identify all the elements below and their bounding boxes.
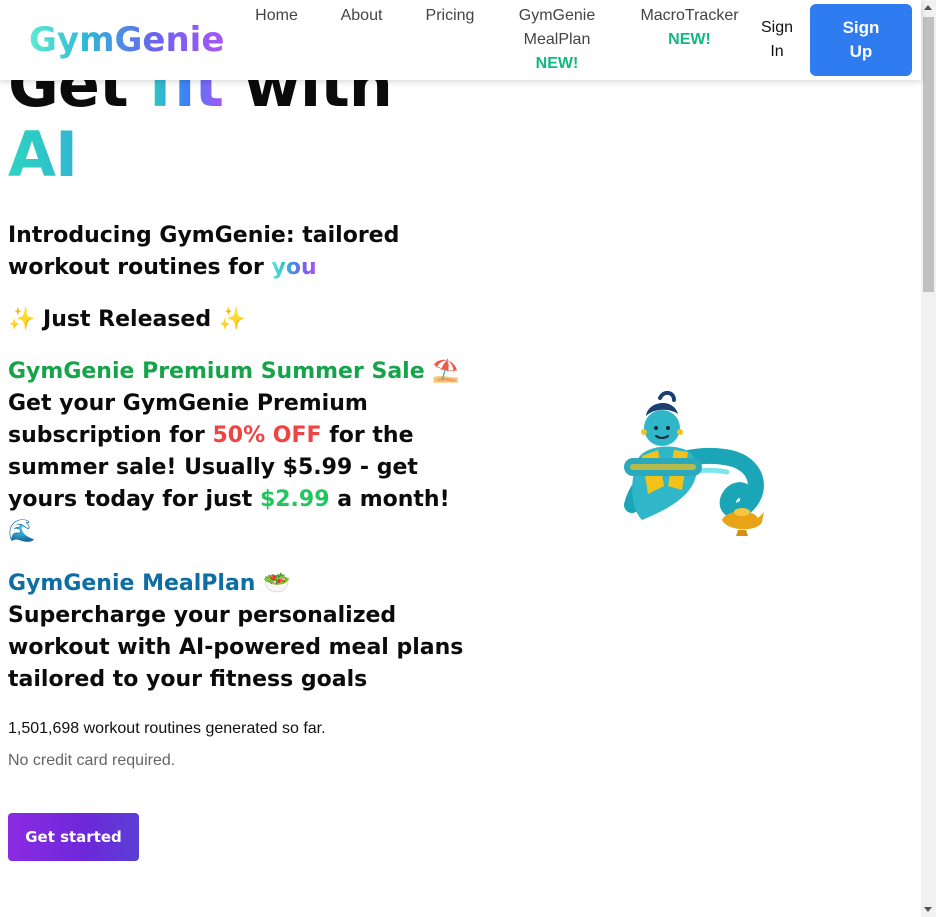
sign-up-line1: Sign — [842, 18, 880, 37]
scroll-down-arrow-icon[interactable] — [924, 907, 932, 912]
scroll-up-arrow-icon[interactable] — [924, 5, 932, 10]
intro-highlight: you — [271, 255, 317, 280]
hero-title-ai: AI — [8, 120, 392, 190]
logo[interactable]: GymGenie — [29, 18, 224, 62]
mealplan-section: GymGenie MealPlan 🥗 Supercharge your per… — [8, 568, 468, 696]
sign-in-line2: In — [770, 43, 784, 60]
nav-mealplan-new-badge: NEW! — [535, 55, 579, 72]
beach-umbrella-icon: ⛱️ — [432, 359, 460, 384]
intro-text: Introducing GymGenie: tailored workout r… — [8, 220, 468, 284]
sign-up-line2: Up — [849, 42, 873, 61]
routines-count: 1,501,698 workout routines generated so … — [8, 720, 326, 737]
nav-about-label: About — [340, 7, 383, 24]
just-released-heading: ✨ Just Released ✨ — [8, 307, 247, 332]
sign-in-link[interactable]: Sign In — [756, 16, 798, 64]
vertical-scrollbar[interactable] — [921, 0, 936, 917]
mealplan-heading: GymGenie MealPlan — [8, 571, 256, 596]
sign-up-button[interactable]: Sign Up — [810, 4, 912, 76]
nav-mealplan-label-line2: MealPlan — [523, 31, 591, 48]
scrollbar-thumb[interactable] — [923, 17, 934, 292]
nav-mealplan[interactable]: GymGenie MealPlan NEW! — [510, 4, 604, 76]
navbar: GymGenie Home About Pricing GymGenie Mea… — [0, 0, 921, 80]
nav-pricing[interactable]: Pricing — [418, 4, 482, 28]
intro-body: Introducing GymGenie: tailored workout r… — [8, 223, 400, 280]
sale-text-part3: a month! — [329, 487, 450, 512]
salad-icon: 🥗 — [263, 571, 291, 596]
genie-icon — [624, 391, 764, 536]
nav-pricing-label: Pricing — [425, 7, 475, 24]
no-credit-card-note: No credit card required. — [8, 752, 176, 769]
summer-sale-heading: GymGenie Premium Summer Sale — [8, 359, 425, 384]
get-started-button[interactable]: Get started — [8, 813, 139, 861]
nav-about[interactable]: About — [333, 4, 390, 28]
summer-sale-section: GymGenie Premium Summer Sale ⛱️ Get your… — [8, 356, 468, 548]
sign-in-line1: Sign — [760, 19, 794, 36]
nav-macrotracker-label: MacroTracker — [640, 7, 739, 24]
sale-discount: 50% OFF — [212, 423, 322, 448]
nav-home-label: Home — [255, 7, 298, 24]
mealplan-text: Supercharge your personalized workout wi… — [8, 603, 464, 692]
nav-macrotracker-new-badge: NEW! — [668, 31, 711, 48]
sale-price: $2.99 — [259, 487, 330, 512]
nav-home[interactable]: Home — [248, 4, 305, 28]
wave-icon: 🌊 — [8, 519, 36, 544]
nav-mealplan-label-line1: GymGenie — [518, 7, 596, 24]
nav-macrotracker[interactable]: MacroTracker NEW! — [632, 4, 747, 52]
